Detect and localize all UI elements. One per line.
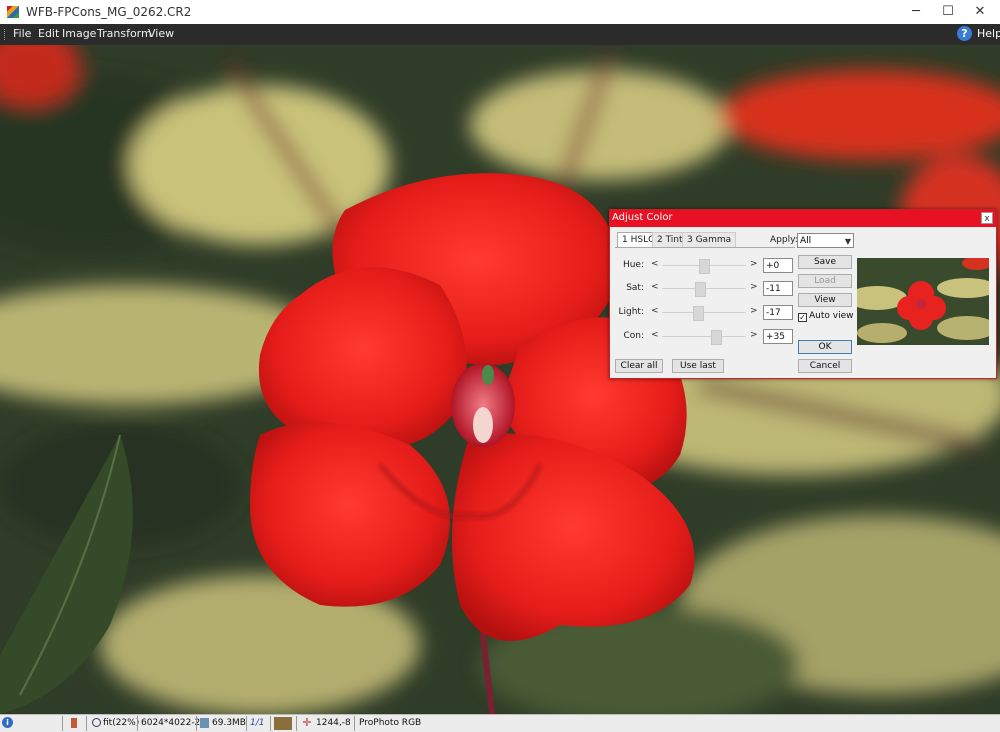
- light-label: Light:: [618, 307, 645, 317]
- apply-select-value: All: [800, 236, 812, 246]
- load-button[interactable]: Load: [798, 274, 852, 288]
- hue-label: Hue:: [622, 260, 644, 270]
- con-increase-button[interactable]: >: [750, 330, 758, 340]
- color-swatch: [274, 717, 292, 730]
- tab-gamma[interactable]: 3 Gamma: [682, 232, 737, 247]
- light-increase-button[interactable]: >: [750, 306, 758, 316]
- view-button[interactable]: View: [798, 293, 852, 307]
- light-value-field[interactable]: -17: [763, 305, 793, 320]
- menu-grip-icon: [4, 29, 7, 40]
- close-window-button[interactable]: ✕: [957, 0, 1000, 24]
- menu-transform[interactable]: Transform: [97, 27, 152, 40]
- zoom-icon: [92, 718, 101, 727]
- menu-bar: File Edit Image Transform View: [0, 24, 1000, 45]
- memory-usage: 69.3MB: [212, 718, 246, 728]
- hue-increase-button[interactable]: >: [750, 259, 758, 269]
- menu-edit[interactable]: Edit: [38, 27, 59, 40]
- sat-slider-thumb[interactable]: [695, 282, 706, 297]
- sat-value-field[interactable]: -11: [763, 281, 793, 296]
- sat-increase-button[interactable]: >: [750, 282, 758, 292]
- ok-button[interactable]: OK: [798, 340, 852, 354]
- tool-icon: [71, 718, 77, 728]
- sat-slider[interactable]: [662, 282, 746, 297]
- sat-label: Sat:: [626, 283, 644, 293]
- memory-icon: [200, 718, 209, 728]
- hue-value-field[interactable]: +0: [763, 258, 793, 273]
- sat-decrease-button[interactable]: <: [651, 282, 659, 292]
- cursor-position: 1244,-8: [316, 718, 351, 728]
- title-bar: WFB-FPCons_MG_0262.CR2 ─ ☐ ✕: [0, 0, 1000, 25]
- chevron-down-icon: ▼: [844, 237, 851, 246]
- app-icon: [7, 6, 19, 18]
- image-canvas[interactable]: [0, 45, 1000, 714]
- adjust-color-dialog: Adjust Color x 1 HSLC 2 Tint 3 Gamma App…: [609, 209, 997, 379]
- light-slider[interactable]: [662, 306, 746, 321]
- help-icon[interactable]: ?: [957, 26, 972, 41]
- light-decrease-button[interactable]: <: [651, 306, 659, 316]
- dialog-title: Adjust Color: [612, 212, 673, 223]
- crosshair-icon: ✛: [302, 716, 312, 729]
- zoom-level: fit(22%): [103, 718, 140, 728]
- use-last-button[interactable]: Use last: [672, 359, 724, 373]
- flower-photo: [0, 45, 1000, 714]
- hue-decrease-button[interactable]: <: [651, 259, 659, 269]
- dialog-title-bar[interactable]: Adjust Color x: [610, 210, 996, 227]
- status-bar: i fit(22%) 6024*4022-24 69.3MB 1/1 ✛ 124…: [0, 714, 1000, 732]
- cancel-button[interactable]: Cancel: [798, 359, 852, 373]
- con-value-field[interactable]: +35: [763, 329, 793, 344]
- dialog-close-button[interactable]: x: [981, 212, 993, 224]
- con-slider[interactable]: [662, 330, 746, 345]
- con-label: Con:: [623, 331, 644, 341]
- sat-row: Sat: < > -11: [618, 281, 793, 297]
- save-button[interactable]: Save: [798, 255, 852, 269]
- preview-thumbnail: [857, 258, 989, 345]
- help-menu[interactable]: Help: [977, 27, 1000, 40]
- color-profile: ProPhoto RGB: [359, 718, 422, 728]
- con-row: Con: < > +35: [618, 329, 793, 345]
- apply-label: Apply:: [770, 235, 798, 245]
- info-icon[interactable]: i: [2, 717, 13, 728]
- con-slider-thumb[interactable]: [711, 330, 722, 345]
- light-slider-thumb[interactable]: [693, 306, 704, 321]
- auto-view-checkbox[interactable]: ✓: [798, 313, 807, 322]
- menu-file[interactable]: File: [13, 27, 31, 40]
- page-indicator: 1/1: [250, 718, 265, 728]
- hue-slider-thumb[interactable]: [699, 259, 710, 274]
- hue-slider[interactable]: [662, 259, 746, 274]
- apply-select[interactable]: All ▼: [797, 233, 854, 248]
- menu-view[interactable]: View: [148, 27, 174, 40]
- con-decrease-button[interactable]: <: [651, 330, 659, 340]
- clear-all-button[interactable]: Clear all: [615, 359, 663, 373]
- window-title: WFB-FPCons_MG_0262.CR2: [26, 5, 192, 19]
- auto-view-label: Auto view: [809, 311, 854, 321]
- light-row: Light: < > -17: [618, 305, 793, 321]
- hue-row: Hue: < > +0: [618, 258, 793, 274]
- menu-image[interactable]: Image: [62, 27, 96, 40]
